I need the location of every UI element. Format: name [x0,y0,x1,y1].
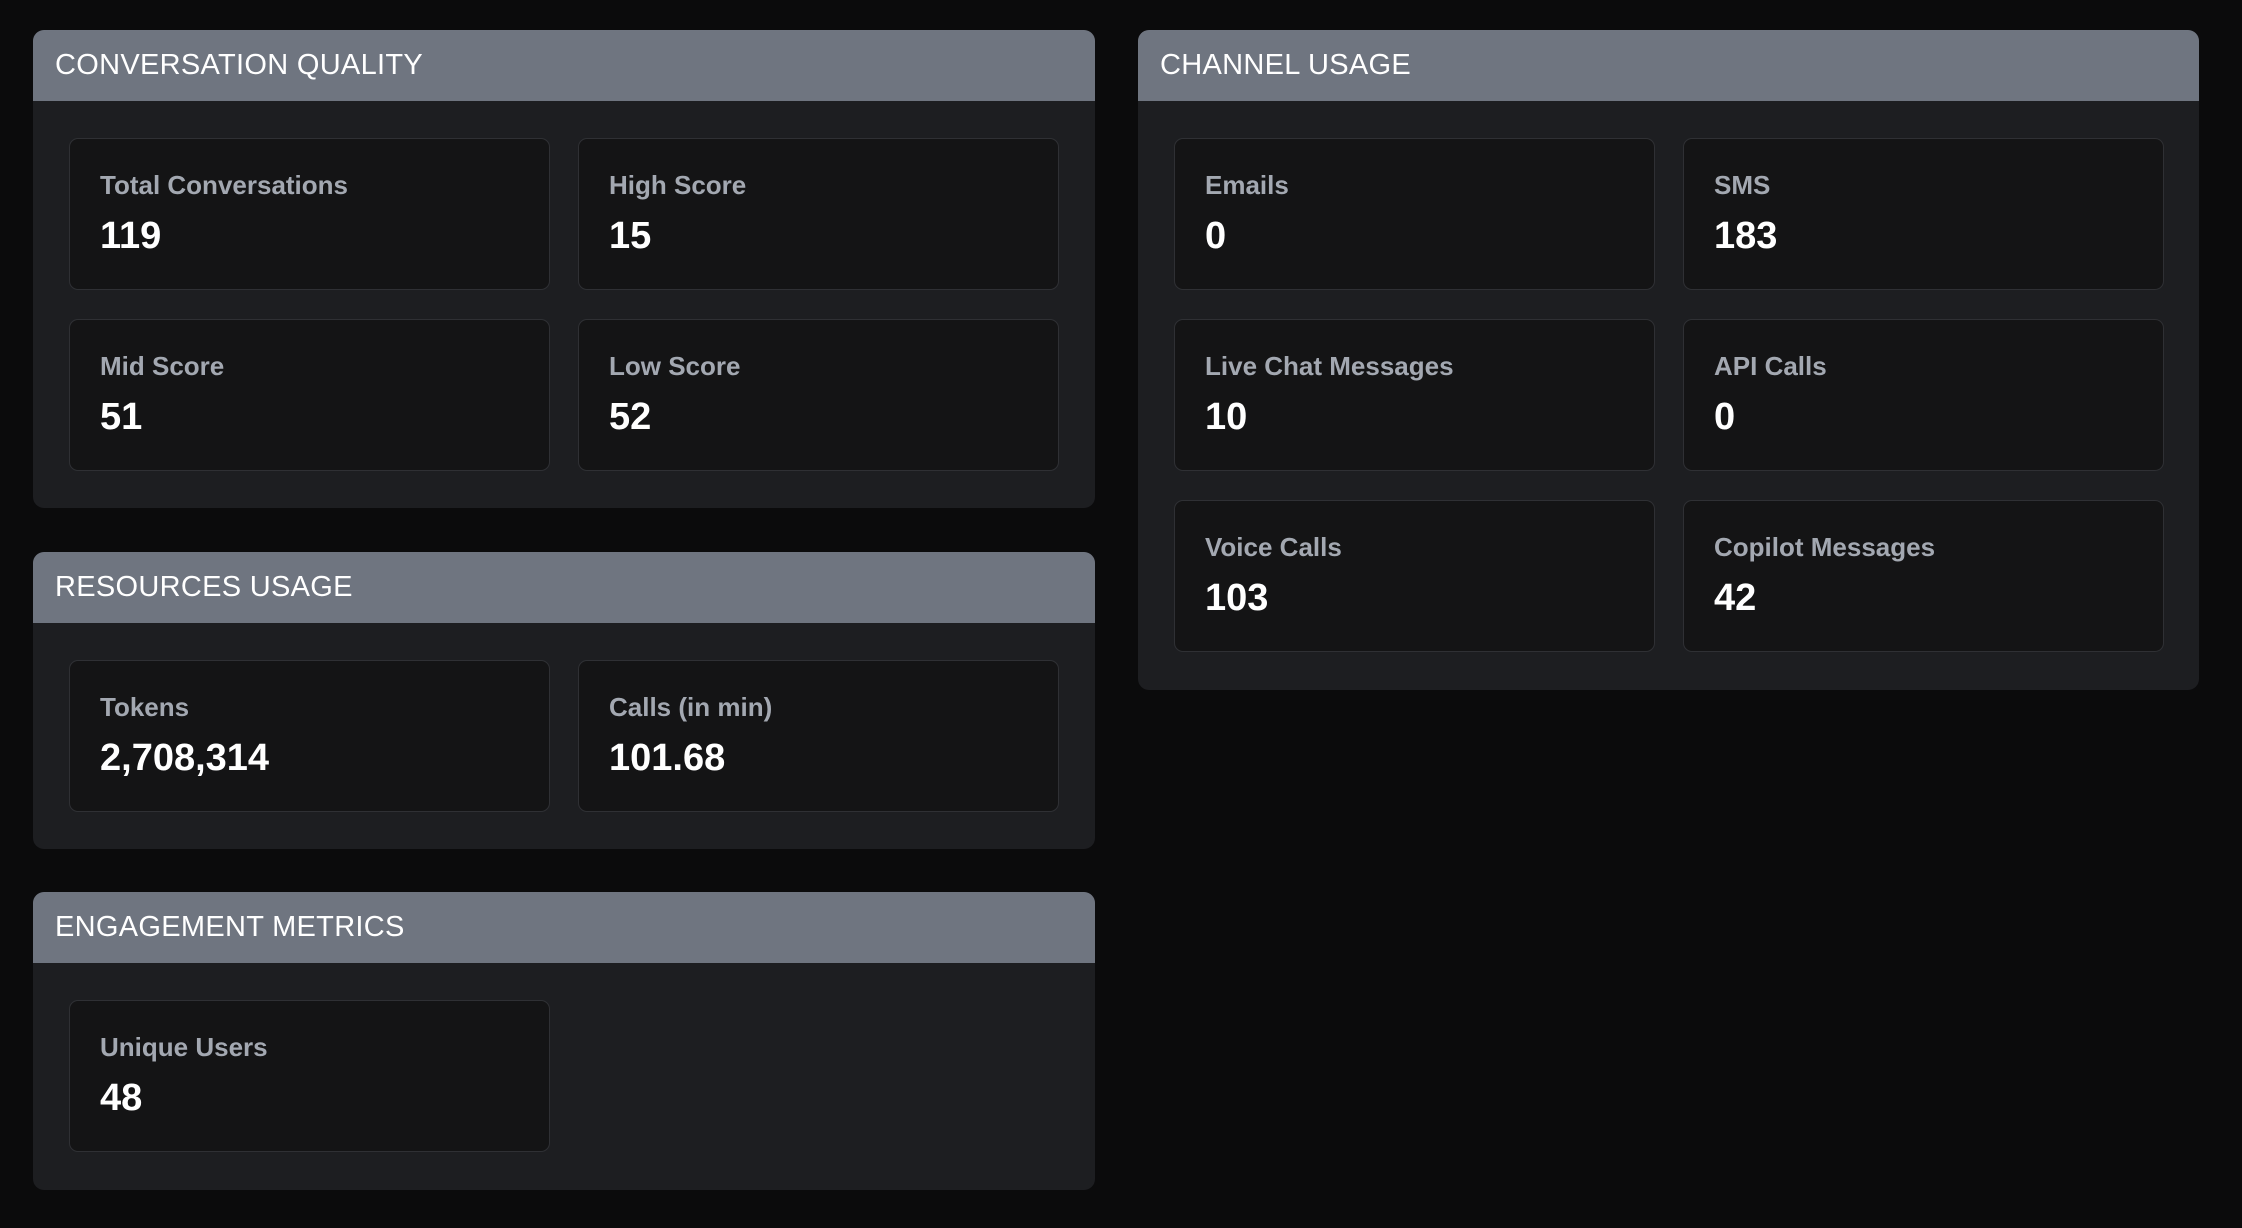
dashboard: CONVERSATION QUALITY Total Conversations… [0,0,2242,1228]
metric-card-api-calls: API Calls 0 [1683,319,2164,471]
metric-label: Calls (in min) [609,692,773,722]
engagement-metrics-panel: ENGAGEMENT METRICS Unique Users 48 [33,892,1095,1190]
metric-card-voice-calls: Voice Calls 103 [1174,500,1655,652]
metric-card-live-chat-messages: Live Chat Messages 10 [1174,319,1655,471]
conversation-quality-panel: CONVERSATION QUALITY Total Conversations… [33,30,1095,508]
conversation-quality-title: CONVERSATION QUALITY [33,30,1095,101]
metric-label: Copilot Messages [1714,532,1936,562]
resources-usage-title: RESOURCES USAGE [33,552,1095,623]
engagement-metrics-cards: Unique Users 48 [33,963,1095,1189]
metric-value: 42 [1714,577,1757,619]
metric-value: 103 [1205,577,1269,619]
metric-card-low-score: Low Score 52 [578,319,1059,471]
metric-card-tokens: Tokens 2,708,314 [69,660,550,812]
metric-label: Voice Calls [1205,532,1342,562]
metric-card-unique-users: Unique Users 48 [69,1000,550,1152]
metric-label: Mid Score [100,351,225,381]
metric-value: 15 [609,215,652,257]
metric-value: 10 [1205,396,1248,438]
metric-value: 0 [1205,215,1227,257]
metric-value: 101.68 [609,737,726,779]
metric-label: Unique Users [100,1032,268,1062]
metric-value: 0 [1714,396,1736,438]
metric-card-mid-score: Mid Score 51 [69,319,550,471]
conversation-quality-cards: Total Conversations 119 High Score 15 Mi… [33,101,1095,508]
metric-card-copilot-messages: Copilot Messages 42 [1683,500,2164,652]
engagement-metrics-title: ENGAGEMENT METRICS [33,892,1095,963]
metric-label: Total Conversations [100,170,349,200]
metric-card-sms: SMS 183 [1683,138,2164,290]
metric-value: 183 [1714,215,1778,257]
metric-label: High Score [609,170,747,200]
metric-label: Tokens [100,692,190,722]
channel-usage-cards: Emails 0 SMS 183 Live Chat Messages 10 A… [1138,101,2199,689]
metric-value: 48 [100,1077,143,1119]
metric-card-calls-minutes: Calls (in min) 101.68 [578,660,1059,812]
metric-card-high-score: High Score 15 [578,138,1059,290]
metric-label: API Calls [1714,351,1827,381]
metric-value: 2,708,314 [100,737,270,779]
metric-card-total-conversations: Total Conversations 119 [69,138,550,290]
metric-label: Emails [1205,170,1289,200]
resources-usage-panel: RESOURCES USAGE Tokens 2,708,314 Calls (… [33,552,1095,849]
channel-usage-title: CHANNEL USAGE [1138,30,2199,101]
metric-card-emails: Emails 0 [1174,138,1655,290]
resources-usage-cards: Tokens 2,708,314 Calls (in min) 101.68 [33,623,1095,849]
metric-value: 119 [100,215,162,257]
metric-label: Low Score [609,351,741,381]
metric-label: Live Chat Messages [1205,351,1454,381]
metric-label: SMS [1714,170,1771,200]
metric-value: 52 [609,396,652,438]
metric-value: 51 [100,396,143,438]
channel-usage-panel: CHANNEL USAGE Emails 0 SMS 183 Live Chat… [1138,30,2199,690]
